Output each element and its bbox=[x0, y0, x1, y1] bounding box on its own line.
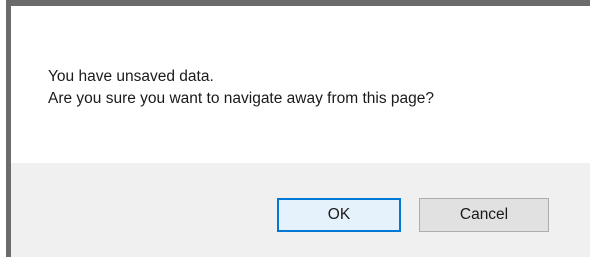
message-line-confirm: Are you sure you want to navigate away f… bbox=[48, 90, 434, 107]
dialog-button-bar: OK Cancel bbox=[11, 163, 590, 257]
ok-button[interactable]: OK bbox=[277, 198, 401, 232]
confirm-dialog: You have unsaved data. Are you sure you … bbox=[6, 0, 590, 257]
dialog-message: You have unsaved data. Are you sure you … bbox=[48, 66, 434, 110]
message-line-unsaved: You have unsaved data. bbox=[48, 68, 214, 85]
cancel-button[interactable]: Cancel bbox=[419, 198, 549, 232]
